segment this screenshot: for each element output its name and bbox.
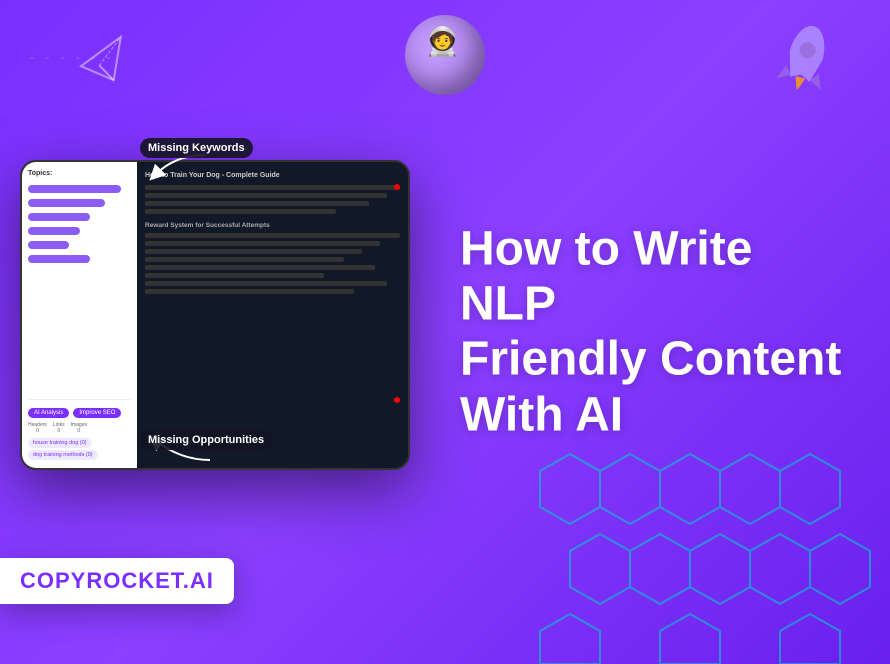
app-mockup: Missing Keywords Topics: AI Analysis Imp… xyxy=(20,160,410,490)
stats-row: Headers 0 Links 0 Images 0 xyxy=(28,422,131,434)
missing-opportunities-indicator xyxy=(394,397,400,403)
text-line-7 xyxy=(145,249,362,254)
brand-name: COPYROCKET.AI xyxy=(20,568,214,594)
button-row: AI Analysis Improve SEO xyxy=(28,408,131,418)
images-value: 0 xyxy=(77,428,80,434)
mockup-left-panel: Topics: AI Analysis Improve SEO Headers … xyxy=(22,162,137,468)
text-line-4 xyxy=(145,209,336,214)
topic-bar-2 xyxy=(28,199,105,207)
main-heading: How to Write NLP Friendly Content With A… xyxy=(460,222,860,443)
topics-label: Topics: xyxy=(28,170,131,177)
text-line-9 xyxy=(145,265,375,270)
headers-stat: Headers 0 xyxy=(28,422,47,434)
text-line-12 xyxy=(145,289,354,294)
improve-seo-btn[interactable]: Improve SEO xyxy=(73,408,121,418)
moon-illustration: 🧑‍🚀 xyxy=(395,10,495,100)
text-line-6 xyxy=(145,241,380,246)
topic-bar-6 xyxy=(28,255,90,263)
links-stat: Links 0 xyxy=(53,422,65,434)
keyword-tag-2: dog training methods (0) xyxy=(28,450,98,460)
topic-bar-1 xyxy=(28,185,121,193)
text-line-10 xyxy=(145,273,324,278)
heading-line1: How to Write NLP Friendly Content With A… xyxy=(460,222,860,443)
missing-keywords-indicator xyxy=(394,184,400,190)
reward-section-title: Reward System for Successful Attempts xyxy=(145,222,400,229)
images-stat: Images 0 xyxy=(71,422,87,434)
text-line-5 xyxy=(145,233,400,238)
text-line-8 xyxy=(145,257,344,262)
hex-decorations xyxy=(530,444,890,664)
topic-bar-3 xyxy=(28,213,90,221)
headers-value: 0 xyxy=(36,428,39,434)
ai-analysis-btn[interactable]: AI Analysis xyxy=(28,408,69,418)
keyword-tags: house training dog (0) dog training meth… xyxy=(28,438,131,460)
text-line-3 xyxy=(145,201,369,206)
bottom-panel: AI Analysis Improve SEO Headers 0 Links … xyxy=(28,399,131,460)
missing-keywords-annotation: Missing Keywords xyxy=(140,138,253,158)
text-line-2 xyxy=(145,193,387,198)
topic-bar-4 xyxy=(28,227,80,235)
topic-bar-5 xyxy=(28,241,69,249)
brand-banner: COPYROCKET.AI xyxy=(0,558,234,604)
text-line-11 xyxy=(145,281,387,286)
links-value: 0 xyxy=(57,428,60,434)
missing-opportunities-annotation: Missing Opportunities xyxy=(140,430,272,450)
keyword-tag-1: house training dog (0) xyxy=(28,438,92,448)
